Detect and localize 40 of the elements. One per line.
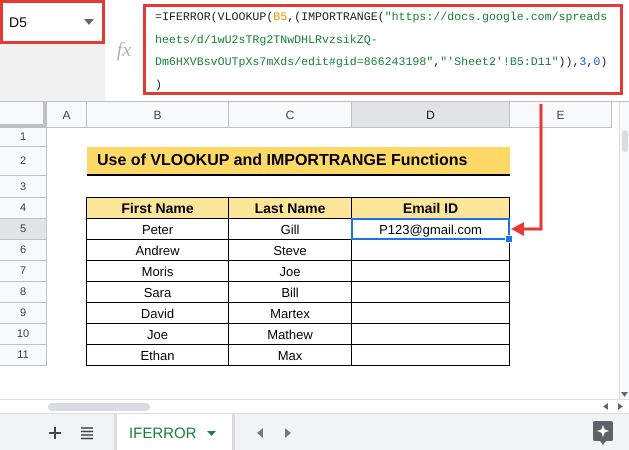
caret-icon xyxy=(84,19,94,25)
header-cell: Email ID xyxy=(351,197,510,219)
header-cell: First Name xyxy=(86,197,229,219)
scroll-left-icon[interactable] xyxy=(603,403,608,410)
fx-label: fx xyxy=(116,38,132,63)
table-cell: P123@gmail.com xyxy=(351,218,510,240)
scroll-thumb[interactable] xyxy=(48,402,150,410)
row-header[interactable]: 10 xyxy=(0,324,47,345)
scroll-down-icon[interactable] xyxy=(621,392,628,397)
scroll-left-icon[interactable] xyxy=(256,428,262,438)
column-header[interactable]: D xyxy=(352,102,510,128)
formula-field[interactable]: =IFERROR(VLOOKUP(B5,(IMPORTRANGE("https://docs.google.com/spreads heets/d/1wU2sTRg2TNwDHLRvzsikZQ- Dm6HXVBsvOUTpXs7mXds/edit#gid=866243198","'Sheet2'!B5:D11")),3,0) ) xyxy=(143,4,623,95)
name-box[interactable]: D5 xyxy=(0,0,105,44)
column-header[interactable]: C xyxy=(229,102,352,128)
row-header[interactable]: 5 xyxy=(0,219,47,240)
row-header[interactable]: 2 xyxy=(0,147,47,176)
explore-icon[interactable] xyxy=(593,421,613,445)
sheet-list-icon[interactable] xyxy=(80,426,94,440)
vertical-scrollbar[interactable] xyxy=(619,102,629,399)
add-sheet-icon[interactable] xyxy=(48,426,62,440)
horizontal-scrollbar[interactable] xyxy=(0,399,629,414)
scroll-right-icon[interactable] xyxy=(618,403,623,410)
row-header[interactable]: 9 xyxy=(0,303,47,324)
column-header[interactable]: E xyxy=(510,102,612,128)
row-header[interactable]: 4 xyxy=(0,198,47,219)
scroll-right-icon[interactable] xyxy=(284,428,290,438)
scroll-thumb[interactable] xyxy=(622,130,628,152)
column-header[interactable]: A xyxy=(47,102,87,128)
row-header[interactable]: 1 xyxy=(0,128,47,147)
header-cell: Last Name xyxy=(228,197,352,219)
row-header[interactable]: 7 xyxy=(0,261,47,282)
caret-icon xyxy=(206,430,216,436)
title-cell: Use of VLOOKUP and IMPORTRANGE Functions xyxy=(87,147,510,176)
row-header[interactable]: 11 xyxy=(0,345,47,366)
sheet-tab[interactable]: IFERROR xyxy=(114,414,234,450)
row-header[interactable]: 8 xyxy=(0,282,47,303)
row-header[interactable]: 3 xyxy=(0,176,47,198)
column-header[interactable]: B xyxy=(87,102,229,128)
table-cell: Ethan xyxy=(86,344,229,366)
row-header[interactable]: 6 xyxy=(0,240,47,261)
